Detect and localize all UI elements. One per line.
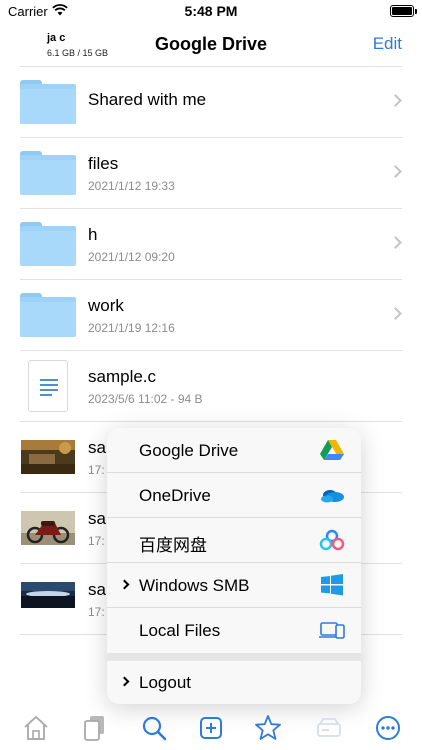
- chevron-right-icon: [389, 307, 402, 320]
- menu-item-label: OneDrive: [139, 486, 211, 505]
- item-name: sa: [88, 509, 106, 528]
- edit-button[interactable]: Edit: [373, 34, 402, 54]
- chevron-right-icon: [119, 676, 130, 687]
- photo-thumbnail: [21, 440, 75, 474]
- menu-item-google-drive[interactable]: Google Drive: [107, 428, 361, 473]
- list-item-sample-c[interactable]: sample.c 2023/5/6 11:02 - 94 B: [0, 350, 422, 421]
- status-bar: Carrier 5:48 PM: [0, 0, 422, 24]
- item-meta: 17:: [88, 463, 105, 477]
- item-name: sample.c: [88, 367, 157, 386]
- menu-section-gap: [107, 653, 361, 661]
- menu-item-label: 百度网盘: [139, 536, 207, 555]
- menu-item-windows-smb[interactable]: Windows SMB: [107, 563, 361, 608]
- copy-icon[interactable]: [81, 714, 109, 742]
- folder-icon: [20, 80, 76, 124]
- battery-icon: [390, 5, 414, 17]
- chevron-right-icon: [389, 236, 402, 249]
- divider: [20, 421, 402, 422]
- onedrive-icon: [321, 490, 344, 503]
- list-item-h[interactable]: h 2021/1/12 09:20: [0, 208, 422, 279]
- list-item-shared-with-me[interactable]: Shared with me: [0, 66, 422, 137]
- chevron-right-icon: [389, 165, 402, 178]
- chevron-right-icon: [389, 94, 402, 107]
- folder-icon: [20, 151, 76, 195]
- photo-thumbnail: [21, 511, 75, 545]
- star-icon[interactable]: [254, 714, 282, 742]
- devices-icon: [319, 622, 345, 639]
- folder-icon: [20, 222, 76, 266]
- divider: [20, 350, 402, 351]
- menu-item-onedrive[interactable]: OneDrive: [107, 473, 361, 518]
- photo-thumbnail: [21, 582, 75, 608]
- divider: [20, 208, 402, 209]
- item-meta: 2021/1/19 12:16: [88, 321, 175, 335]
- baidu-netdisk-icon: [319, 529, 345, 551]
- home-icon[interactable]: [22, 714, 50, 742]
- divider: [20, 137, 402, 138]
- menu-item-baidu-netdisk[interactable]: 百度网盘: [107, 518, 361, 563]
- windows-icon: [321, 574, 343, 596]
- item-name: sa: [88, 438, 106, 457]
- battery-tip: [415, 9, 417, 14]
- divider: [20, 66, 402, 67]
- storage-menu: Google Drive OneDrive 百度网盘 Windows SMB L…: [107, 428, 361, 704]
- more-icon[interactable]: [374, 714, 402, 742]
- menu-item-label: Local Files: [139, 621, 221, 640]
- clock: 5:48 PM: [184, 3, 238, 19]
- item-name: sa: [88, 580, 106, 599]
- item-meta: 17:: [88, 534, 105, 548]
- tab-bar: [0, 704, 422, 750]
- item-meta: 2023/5/6 11:02 - 94 B: [88, 392, 203, 406]
- logout-label: Logout: [139, 673, 191, 692]
- item-meta: 2021/1/12 19:33: [88, 179, 175, 193]
- item-name: Shared with me: [88, 90, 207, 109]
- menu-item-label: Google Drive: [139, 441, 239, 460]
- search-icon[interactable]: [140, 714, 168, 742]
- page-title: Google Drive: [154, 34, 268, 54]
- item-name: files: [88, 154, 119, 173]
- divider: [20, 279, 402, 280]
- chevron-right-icon: [119, 579, 130, 590]
- item-meta: 17:: [88, 605, 105, 619]
- list-item-work[interactable]: work 2021/1/19 12:16: [0, 279, 422, 350]
- add-icon[interactable]: [197, 714, 225, 742]
- list-item-files[interactable]: files 2021/1/12 19:33: [0, 137, 422, 208]
- drive-icon[interactable]: [315, 714, 343, 742]
- item-name: work: [88, 296, 124, 315]
- item-name: h: [88, 225, 98, 244]
- google-drive-icon: [320, 440, 344, 460]
- logout-button[interactable]: Logout: [107, 661, 361, 704]
- item-meta: 2021/1/12 09:20: [88, 250, 175, 264]
- nav-bar: ja c 6.1 GB / 15 GB Google Drive Edit: [0, 24, 422, 66]
- menu-item-label: Windows SMB: [139, 576, 250, 595]
- menu-item-local-files[interactable]: Local Files: [107, 608, 361, 653]
- document-icon: [28, 360, 68, 412]
- folder-icon: [20, 293, 76, 337]
